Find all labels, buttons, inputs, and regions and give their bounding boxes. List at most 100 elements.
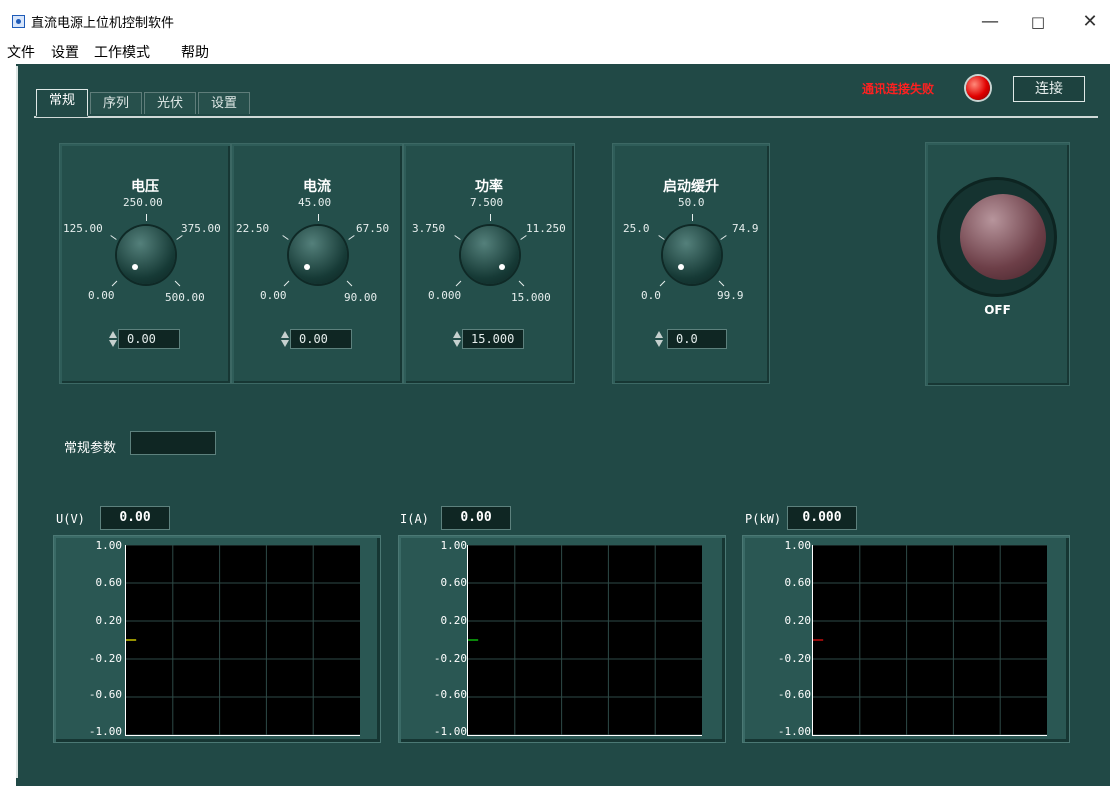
voltage-plot-svg xyxy=(126,544,360,736)
y-tick-label: 0.60 xyxy=(784,576,812,589)
menu-help[interactable]: 帮助 xyxy=(181,42,209,62)
scale-label: 99.9 xyxy=(717,289,744,302)
scale-label: 50.0 xyxy=(678,196,705,209)
voltage-meter-label: U(V) xyxy=(56,512,85,526)
scale-label: 7.500 xyxy=(470,196,504,209)
current-knob-panel: 电流 45.00 22.50 67.50 0.00 90.00 0.00 xyxy=(231,143,403,384)
power-readout: 0.000 xyxy=(787,506,857,530)
tab-settings[interactable]: 设置 xyxy=(198,92,250,114)
tick-mark xyxy=(490,214,491,221)
y-tick-label: -0.20 xyxy=(777,652,811,665)
scale-label: 3.750 xyxy=(412,222,446,235)
power-plot xyxy=(812,544,1047,736)
spinner-arrows-icon[interactable] xyxy=(655,330,663,348)
menu-file[interactable]: 文件 xyxy=(7,42,35,62)
tick-mark xyxy=(282,235,289,240)
current-setpoint-input[interactable]: 0.00 xyxy=(290,329,352,349)
scale-label: 375.00 xyxy=(181,222,221,235)
tick-mark xyxy=(174,280,181,287)
tick-mark xyxy=(692,214,693,221)
scale-label: 0.000 xyxy=(428,289,462,302)
knob-indicator xyxy=(132,264,138,270)
y-tick-label: -0.60 xyxy=(88,688,122,701)
power-knob[interactable] xyxy=(461,226,519,284)
knob-title: 功率 xyxy=(475,179,503,195)
spinner-arrows-icon[interactable] xyxy=(453,330,461,348)
voltage-knob-panel: 电压 250.00 125.00 375.00 0.00 500.00 0.00 xyxy=(59,143,231,384)
menu-work-mode[interactable]: 工作模式 xyxy=(94,42,150,62)
maximize-button[interactable]: □ xyxy=(1023,10,1053,34)
app-icon xyxy=(12,15,25,28)
tick-mark xyxy=(454,235,461,240)
y-tick-label: 1.00 xyxy=(95,539,123,552)
tick-mark xyxy=(146,214,147,221)
scale-label: 90.00 xyxy=(344,291,378,304)
scale-label: 45.00 xyxy=(298,196,332,209)
tick-mark xyxy=(455,280,462,287)
scale-label: 125.00 xyxy=(63,222,103,235)
scale-label: 500.00 xyxy=(165,291,205,304)
connect-button[interactable]: 连接 xyxy=(1013,76,1085,102)
voltage-knob[interactable] xyxy=(117,226,175,284)
general-params-label: 常规参数 xyxy=(64,441,117,456)
y-tick-label: -1.00 xyxy=(433,725,467,738)
knob-indicator xyxy=(678,264,684,270)
current-plot-svg xyxy=(468,544,702,736)
close-button[interactable]: ✕ xyxy=(1075,10,1105,34)
spinner-arrows-icon[interactable] xyxy=(281,330,289,348)
tick-mark xyxy=(110,235,117,240)
voltage-plot xyxy=(125,544,360,736)
spinner-arrows-icon[interactable] xyxy=(109,330,117,348)
soft-start-knob[interactable] xyxy=(663,226,721,284)
title-bar: 直流电源上位机控制软件 — □ ✕ xyxy=(0,0,1110,40)
y-tick-label: 1.00 xyxy=(440,539,468,552)
y-tick-label: 0.20 xyxy=(440,614,468,627)
tab-general[interactable]: 常规 xyxy=(36,89,88,117)
current-meter-label: I(A) xyxy=(400,512,429,526)
y-tick-label: 0.60 xyxy=(440,576,468,589)
panel-edge xyxy=(16,66,18,778)
scale-label: 0.00 xyxy=(260,289,287,302)
y-tick-label: 0.20 xyxy=(784,614,812,627)
power-chart-panel: 1.00 0.60 0.20 -0.20 -0.60 -1.00 xyxy=(742,535,1070,743)
y-tick-label: 0.20 xyxy=(95,614,123,627)
general-params-field[interactable] xyxy=(130,431,216,455)
scale-label: 25.0 xyxy=(623,222,650,235)
tick-mark xyxy=(348,235,355,240)
knob-title: 启动缓升 xyxy=(663,179,719,195)
scale-label: 15.000 xyxy=(511,291,551,304)
power-setpoint-input[interactable]: 15.000 xyxy=(462,329,524,349)
current-readout: 0.00 xyxy=(441,506,511,530)
knob-title: 电流 xyxy=(303,179,331,195)
tick-mark xyxy=(658,235,665,240)
y-tick-label: -0.60 xyxy=(777,688,811,701)
current-plot xyxy=(467,544,702,736)
scale-label: 74.9 xyxy=(732,222,759,235)
voltage-readout: 0.00 xyxy=(100,506,170,530)
power-button[interactable] xyxy=(960,194,1046,280)
power-knob-panel: 功率 7.500 3.750 11.250 0.000 15.000 15.00… xyxy=(403,143,575,384)
knob-indicator xyxy=(499,264,505,270)
window-title: 直流电源上位机控制软件 xyxy=(31,16,175,31)
scale-label: 250.00 xyxy=(123,196,163,209)
soft-start-knob-panel: 启动缓升 50.0 25.0 74.9 0.0 99.9 0.0 xyxy=(612,143,770,384)
soft-start-setpoint-input[interactable]: 0.0 xyxy=(667,329,727,349)
power-state-label: OFF xyxy=(984,303,1011,317)
tick-mark xyxy=(176,235,183,240)
tick-mark xyxy=(520,235,527,240)
tick-mark xyxy=(720,235,727,240)
power-meter-label: P(kW) xyxy=(745,512,782,526)
voltage-setpoint-input[interactable]: 0.00 xyxy=(118,329,180,349)
tick-mark xyxy=(346,280,353,287)
status-led-icon xyxy=(966,76,990,100)
scale-label: 67.50 xyxy=(356,222,390,235)
tab-photovoltaic[interactable]: 光伏 xyxy=(144,92,196,114)
scale-label: 0.0 xyxy=(641,289,661,302)
minimize-button[interactable]: — xyxy=(975,10,1005,34)
current-chart-panel: 1.00 0.60 0.20 -0.20 -0.60 -1.00 xyxy=(398,535,726,743)
tab-sequence[interactable]: 序列 xyxy=(90,92,142,114)
scale-label: 11.250 xyxy=(526,222,566,235)
current-knob[interactable] xyxy=(289,226,347,284)
menu-settings[interactable]: 设置 xyxy=(51,42,79,62)
y-tick-label: -0.20 xyxy=(433,652,467,665)
